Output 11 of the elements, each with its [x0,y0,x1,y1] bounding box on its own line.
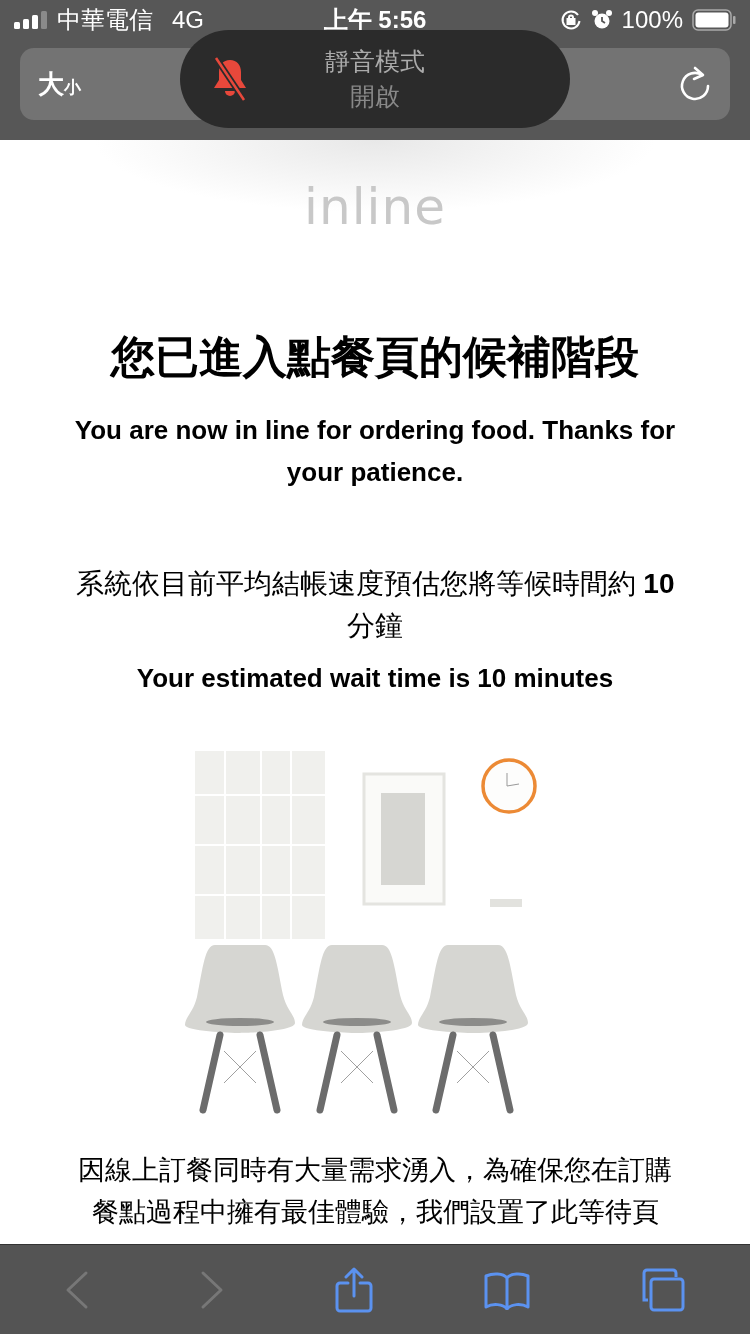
banner-title: 靜音模式 [325,46,425,77]
network-type: 4G [172,6,204,34]
clock-time: 上午 5:56 [323,5,427,35]
page-heading: 您已進入點餐頁的候補階段 [111,331,639,383]
carrier-name: 中華電信 [57,5,153,35]
notice-paragraph: 因線上訂餐同時有大量需求湧入，為確保您在訂購餐點過程中擁有最佳體驗，我們設置了此等待頁 [77,1154,673,1229]
wait-estimate-english: Your estimated wait time is 10 minutes [136,662,614,695]
battery-percent: 100% [621,6,683,34]
wait-estimate: 系統依目前平均結帳速度預估您將等候時間約 10 分鐘 [74,567,676,643]
queue-message: You are now in line for ordering food. Thanks for your patience. [73,414,677,489]
banner-state: 開啟 [350,81,400,112]
